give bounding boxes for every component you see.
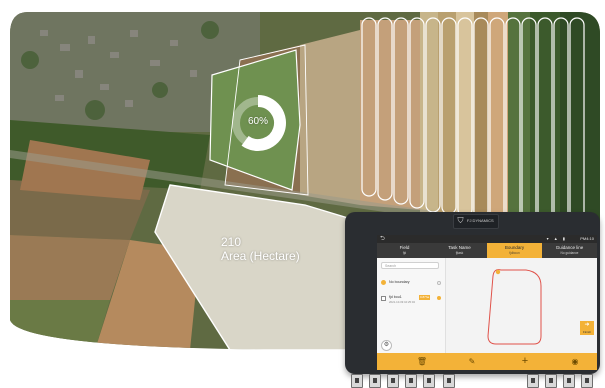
boundary-shape: [487, 269, 542, 345]
tab-boundary[interactable]: Boundary fjdboun: [487, 243, 542, 258]
brand-plate: ⛉ FJ DYNAMICS: [453, 214, 499, 229]
step-subtitle: fjtask: [455, 251, 464, 255]
step-title: Guidance line: [555, 245, 584, 250]
port-connector: [527, 374, 539, 388]
port-connector: [443, 374, 455, 388]
connector-ports: [347, 374, 599, 388]
area-unit-label: Area (Hectare): [221, 249, 300, 263]
settings-icon[interactable]: ⚙: [381, 340, 392, 351]
progress-percent-label: 60%: [247, 116, 268, 127]
area-value: 210: [221, 235, 242, 249]
area-badge: 0.87ha: [419, 295, 431, 300]
status-bar: ⮌ ▾ ▲ ▮ PM4:10: [377, 235, 597, 243]
record-icon[interactable]: ◉: [565, 353, 585, 370]
step-title: Boundary: [504, 245, 525, 250]
boundary-map-canvas[interactable]: ➜ Finish: [446, 258, 597, 353]
status-icons: ▾ ▲ ▮: [546, 236, 567, 241]
port-connector: [581, 374, 593, 388]
back-icon[interactable]: ⮌: [380, 236, 385, 242]
brand-logo-icon: ⛉: [457, 216, 464, 225]
radio-icon[interactable]: [437, 281, 441, 285]
edit-icon[interactable]: ✎: [462, 353, 482, 370]
port-connector: [545, 374, 557, 388]
tablet-device: ⛉ FJ DYNAMICS ⮌ ▾ ▲ ▮ PM4:10 Field fjd T…: [345, 212, 600, 388]
status-time: PM4:10: [580, 236, 594, 241]
device-frame: ⛉ FJ DYNAMICS ⮌ ▾ ▲ ▮ PM4:10 Field fjd T…: [345, 212, 600, 374]
port-connector: [387, 374, 399, 388]
list-item-boundary[interactable]: fjd bou1 0.87ha 2021-10-09 10:25:04: [381, 295, 441, 307]
list-item-no-boundary[interactable]: No boundary: [381, 280, 441, 288]
port-connector: [351, 374, 363, 388]
step-tabs: Field fjd Task Name fjtask Boundary fjdb…: [377, 243, 597, 258]
tab-guidance-line[interactable]: Guidance line No guidance: [542, 243, 597, 258]
finish-button[interactable]: ➜ Finish: [580, 321, 594, 335]
list-item-label: fjd bou1: [389, 295, 402, 299]
port-connector: [405, 374, 417, 388]
list-item-date: 2021-10-09 10:25:04: [389, 300, 415, 304]
search-input[interactable]: Search: [381, 262, 439, 269]
finish-label: Finish: [582, 330, 591, 334]
boundary-list-panel: Search No boundary fjd bou1 0.87ha 2021-…: [377, 258, 446, 353]
trash-icon[interactable]: 🗑: [412, 353, 432, 370]
step-subtitle: No guidance: [560, 251, 579, 255]
device-screen: ⮌ ▾ ▲ ▮ PM4:10 Field fjd Task Name fjtas…: [377, 235, 597, 370]
list-item-label: No boundary: [389, 280, 410, 284]
step-subtitle: fjd: [402, 251, 407, 255]
step-title: Field: [399, 245, 410, 250]
start-point-icon: [495, 269, 501, 275]
boundary-icon: [381, 280, 386, 285]
brand-name: FJ DYNAMICS: [467, 218, 494, 223]
step-subtitle: fjdboun: [509, 251, 520, 255]
port-connector: [563, 374, 575, 388]
selected-radio-icon[interactable]: [437, 296, 441, 300]
tab-field[interactable]: Field fjd: [377, 243, 432, 258]
tab-task-name[interactable]: Task Name fjtask: [432, 243, 487, 258]
step-title: Task Name: [448, 245, 471, 250]
arrow-right-icon: ➜: [584, 322, 590, 328]
bottom-toolbar: 🗑 ✎ + ◉: [377, 353, 597, 370]
plus-icon[interactable]: +: [515, 353, 535, 370]
checkbox-icon[interactable]: [381, 296, 386, 301]
port-connector: [369, 374, 381, 388]
port-connector: [423, 374, 435, 388]
